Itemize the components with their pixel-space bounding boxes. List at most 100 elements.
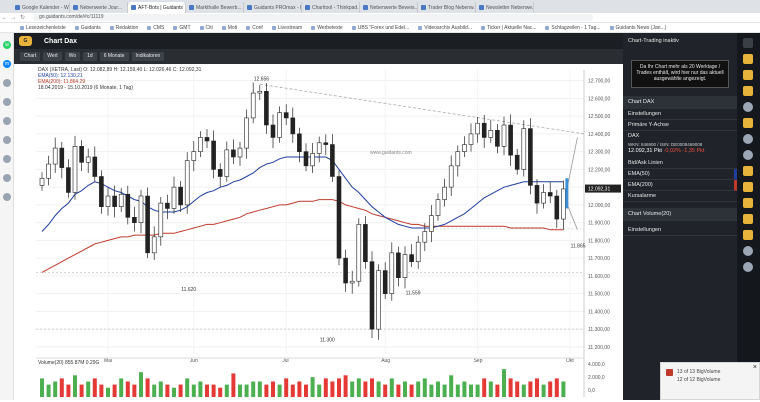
candle-body [283,112,289,119]
price-annotation: 11.559 [406,291,421,297]
candle-body [310,153,315,167]
widget-icon[interactable] [743,118,753,128]
avatar-icon[interactable] [743,246,753,256]
heart-icon[interactable] [3,136,11,144]
y-tick-label: 12.500,00 [588,114,610,120]
section-chart[interactable]: Chart DAX [623,96,737,109]
whatsapp-icon[interactable]: w [3,41,11,49]
bookmark-item[interactable]: Guidants News (Jan...) [609,25,666,31]
alert-icon [666,369,673,376]
price-alerts-row[interactable]: Kursalarme [623,191,737,202]
price-annotation: 12.656 [254,77,270,83]
lightbulb-icon[interactable] [743,38,753,48]
chart-icon[interactable] [743,230,753,240]
widget-icon[interactable] [743,166,753,176]
settings-row[interactable]: Einstellungen [623,109,737,120]
volume-bar [403,381,407,397]
bookmark-item[interactable]: Livestream [271,25,302,31]
primary-axis-row[interactable]: Primäre Y-Achse [623,120,737,131]
messenger-icon[interactable]: m [3,60,11,68]
home-icon[interactable] [3,79,11,87]
toolbar-button[interactable]: Indikatoren [131,52,165,61]
candle-body [99,176,104,207]
volume-bar [191,384,196,397]
volume-bar [317,384,322,397]
cube-icon[interactable] [3,174,11,182]
widget-icon[interactable] [743,198,753,208]
ema200-row[interactable]: EMA(200) [623,180,737,191]
widget-icon[interactable] [743,214,753,224]
volume-bar [521,384,526,397]
volume-bar [211,384,216,397]
avatar-icon[interactable] [743,134,753,144]
toolbar-button[interactable]: Chart [20,52,41,61]
toolbar-button[interactable]: 6 Monate [99,52,129,61]
widget-icon[interactable] [743,86,753,96]
avatar-icon[interactable] [743,102,753,112]
bookmark-item[interactable]: Schlagzeilen - 1 Tag... [545,25,601,31]
candle-body [151,236,157,254]
candle-body [528,128,533,186]
browser-tab[interactable]: Trader Blog Nebenw... [418,2,476,13]
candle-body [244,117,249,149]
toolbar-button[interactable]: 1d [83,52,97,61]
bookmark-item[interactable]: Werbetexte [311,25,343,31]
bookmark-item[interactable]: CMS [147,25,164,31]
bookmark-item[interactable]: Videoarchiv Ausbild... [418,25,472,31]
candle-body [171,186,177,209]
reload-icon[interactable]: ↻ [18,14,27,21]
toolbar-button[interactable]: Wo [64,52,81,61]
volume-bar [350,381,355,397]
instrument-price: 12.092,31 Pkt [628,148,662,154]
note-icon[interactable] [3,155,11,163]
bookmark-item[interactable]: GMT [173,25,191,31]
bookmark-item[interactable]: Conf [246,25,263,31]
projection-arrow-up [567,137,578,188]
candle-body [442,186,447,200]
y-tick-label: 12.200,00 [588,167,610,173]
volume-tick-label: 4.000,0 [588,362,605,368]
settings-icon[interactable] [3,193,11,201]
toolbar-button[interactable]: Wert [43,52,62,61]
browser-tab[interactable]: Nebenwerte Beweis... [360,2,418,13]
volume-bar [238,384,242,397]
browser-tab[interactable]: Markthalle Bewerb... [186,2,244,13]
browser-tab[interactable]: Charttool - Thinkpad... [302,2,360,13]
url-input[interactable]: go.guidants.com/de/#c/11119 [33,14,593,21]
widget-icon[interactable] [743,182,753,192]
browser-tab[interactable]: Newsletter Nebenwe... [476,2,534,13]
forward-icon[interactable]: → [9,15,18,21]
bid-ask-row[interactable]: Bid/Ask Linien [623,158,737,169]
bookmark-item[interactable]: Guidants [74,25,101,31]
browser-tab[interactable]: Guidants PROmax - H... [244,2,302,13]
candle-body [138,195,144,223]
chart-area[interactable]: DAX (XETRA, Last) O: 12.082,89 H: 12.159… [14,64,623,400]
section-volume[interactable]: Chart Volume(20) [623,208,737,221]
candle-body [382,270,388,294]
bookmark-item[interactable]: Moti [221,25,237,31]
instrument-name[interactable]: DAX [623,131,737,142]
volume-bar [495,384,500,397]
browser-tab[interactable]: Google Kalender - W... [12,2,70,13]
widget-icon[interactable] [743,70,753,80]
bookmark-item[interactable]: Redaktion [109,25,138,31]
clock-icon[interactable] [3,117,11,125]
volume-bar [482,378,487,397]
notification-toast[interactable]: 13 of 13 BigVolume 12 of 12 BigVolume × [660,362,760,400]
ema50-row[interactable]: EMA(50) [623,169,737,180]
bookmark-item[interactable]: Ticker | Aktuelle Nac... [480,25,536,31]
avatar-icon[interactable] [743,262,753,272]
widget-icon[interactable] [743,54,753,64]
close-icon[interactable]: × [753,364,757,371]
back-icon[interactable]: ← [0,15,9,21]
browser-tab[interactable]: Nebenwerte Jour... [70,2,128,13]
bookmark-item[interactable]: UBS "Forex und Edel... [351,25,409,31]
browser-tab[interactable]: AFT-Bots | Guidants [128,2,186,13]
volume-settings-row[interactable]: Einstellungen [623,225,737,236]
bookmark-item[interactable]: Citi [199,25,213,31]
bookmark-item[interactable]: Lesezeichenleiste [20,25,66,31]
volume-bar [469,384,473,397]
price-chart[interactable]: 11.200,00 11.300,00 11.400,00 11.500,00 11.6… [14,64,623,400]
avatar-icon[interactable] [743,150,753,160]
send-icon[interactable] [3,98,11,106]
